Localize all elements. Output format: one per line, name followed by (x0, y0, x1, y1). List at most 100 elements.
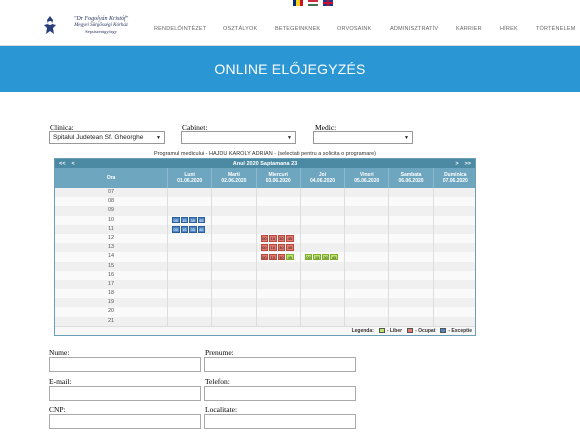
calendar-cell: 00 15 30 45 (167, 215, 211, 225)
calendar-cell (255, 188, 300, 198)
logo-line-3: Sepsiszentgyörgy (85, 28, 117, 34)
flag-ro-icon[interactable] (293, 0, 303, 6)
calendar-cell (211, 224, 255, 234)
hospital-logo-icon[interactable] (41, 15, 59, 37)
clinica-select[interactable]: Spitalul Judetean Sf. Gheorghe ▼ (49, 131, 165, 144)
calendar-cell (344, 261, 388, 271)
nav-item-karrier[interactable]: KARRIER (456, 26, 482, 32)
next-week-button[interactable]: > (455, 161, 458, 167)
time-slot-green[interactable]: 30 (321, 253, 330, 261)
time-slot-green[interactable]: 45 (286, 253, 294, 261)
nav-item-betegeinknek[interactable]: BETEGEINKNEK (275, 26, 320, 32)
day-date: 01.06.2020 (177, 178, 203, 184)
calendar-cell (211, 316, 255, 326)
calendar-cell (255, 197, 300, 207)
calendar-cell (388, 243, 432, 253)
next-month-button[interactable]: >> (465, 161, 471, 167)
nav-item-hirek[interactable]: HÍREK (500, 26, 518, 32)
email-field[interactable] (49, 386, 201, 401)
calendar-week-title: Anul 2020 Saptamana 23 (232, 160, 298, 167)
calendar-cell: 00 15 30 45 (255, 252, 300, 262)
calendar-cell (432, 279, 477, 290)
calendar-cell (344, 215, 388, 225)
calendar-cell (344, 289, 388, 299)
calendar-cell (211, 215, 255, 225)
calendar-cell (432, 252, 477, 262)
time-slot-blue[interactable]: 15 (180, 216, 188, 224)
calendar-cell (299, 279, 344, 290)
calendar-cell (344, 252, 388, 262)
calendar-cell (299, 316, 344, 326)
localitate-label: Localitate: (205, 405, 238, 414)
calendar-cell (388, 233, 432, 244)
hour-label: 12 (107, 234, 115, 241)
calendar-cell (344, 279, 388, 290)
day-date: 02.06.2020 (221, 178, 247, 184)
calendar-cell (255, 206, 300, 216)
time-slot-green[interactable]: 15 (313, 253, 321, 261)
time-slot-red: 45 (286, 244, 294, 251)
legend-free-text: - Liber (386, 327, 403, 334)
cabinet-select[interactable]: ▼ (181, 131, 296, 144)
time-slot-blue[interactable]: 45 (197, 216, 205, 224)
time-slot-blue[interactable]: 30 (189, 216, 197, 224)
time-slot-blue[interactable]: 15 (180, 226, 188, 233)
nume-field[interactable] (49, 357, 201, 372)
calendar-row: 14 00 15 30 45 00 15 30 45 (55, 252, 477, 262)
calendar-cell (211, 252, 255, 262)
day-header: Duminica 07.06.2020 (432, 168, 477, 188)
calendar-nav: << < Anul 2020 Saptamana 23 > >> (55, 159, 475, 168)
calendar-cell: 00 15 30 45 (255, 243, 300, 253)
legend-label: Legenda: (351, 327, 374, 334)
hour-label: 17 (107, 280, 115, 287)
calendar-row: 09 (55, 206, 475, 216)
time-slot-blue[interactable]: 30 (189, 226, 197, 233)
calendar-cell (388, 224, 432, 234)
hour-label: 20 (107, 308, 115, 315)
prenume-field[interactable] (204, 357, 356, 372)
calendar-cell (432, 270, 477, 280)
calendar-cell (344, 298, 388, 308)
calendar-cell (255, 298, 300, 308)
nav-item-rendelointezet[interactable]: RENDELŐINTÉZET (154, 26, 206, 32)
calendar-cell (388, 197, 432, 207)
calendar-row: 10 00 15 30 45 (55, 215, 475, 225)
calendar-cell (432, 188, 477, 198)
flag-gb-icon[interactable] (323, 0, 333, 6)
nav-item-tortenelem[interactable]: TÖRTÉNELEM (536, 26, 576, 32)
time-slot-blue[interactable]: 00 (172, 216, 180, 224)
hospital-logo-text[interactable]: "Dr Fogolyán Kristóf" Megyei Sürgősségi … (60, 16, 142, 34)
calendar-legend: Legenda: - Liber - Ocupat - Exceptie (55, 325, 475, 335)
prev-month-button[interactable]: << (59, 161, 65, 167)
hour-label: 16 (107, 271, 115, 278)
time-slot-blue[interactable]: 00 (172, 226, 180, 233)
calendar-cell (388, 252, 432, 262)
calendar-cell (255, 289, 300, 299)
telefon-field[interactable] (204, 386, 356, 401)
day-header: Joi 04.06.2020 (299, 168, 344, 188)
nav-item-orvosaink[interactable]: ORVOSAINK (337, 26, 371, 32)
calendar-cell (255, 261, 300, 271)
time-slot-green[interactable]: 45 (330, 253, 338, 261)
calendar-cell (344, 197, 388, 207)
cnp-field[interactable] (49, 414, 201, 429)
calendar-row: 19 (55, 298, 477, 308)
calendar-cell (299, 289, 344, 299)
hour-label: 15 (107, 262, 115, 269)
calendar-cell (211, 206, 255, 216)
localitate-field[interactable] (204, 414, 356, 429)
telefon-label: Telefon: (205, 377, 230, 386)
medic-select[interactable]: ▼ (313, 131, 413, 144)
calendar-cell (388, 298, 432, 308)
flag-hu-icon[interactable] (308, 0, 318, 6)
calendar-cell (299, 206, 344, 216)
nav-item-osztalyok[interactable]: OSZTÁLYOK (223, 26, 257, 32)
time-slot-blue[interactable]: 45 (197, 226, 205, 233)
time-slot-green[interactable]: 00 (304, 253, 313, 261)
calendar-cell (344, 206, 388, 216)
day-date: 06.06.2020 (398, 178, 424, 184)
calendar-cell (299, 307, 344, 317)
calendar-cell (432, 298, 477, 308)
nav-item-adminisztrativ[interactable]: ADMINISZTRATÍV (390, 26, 438, 32)
calendar-cell (167, 206, 211, 216)
